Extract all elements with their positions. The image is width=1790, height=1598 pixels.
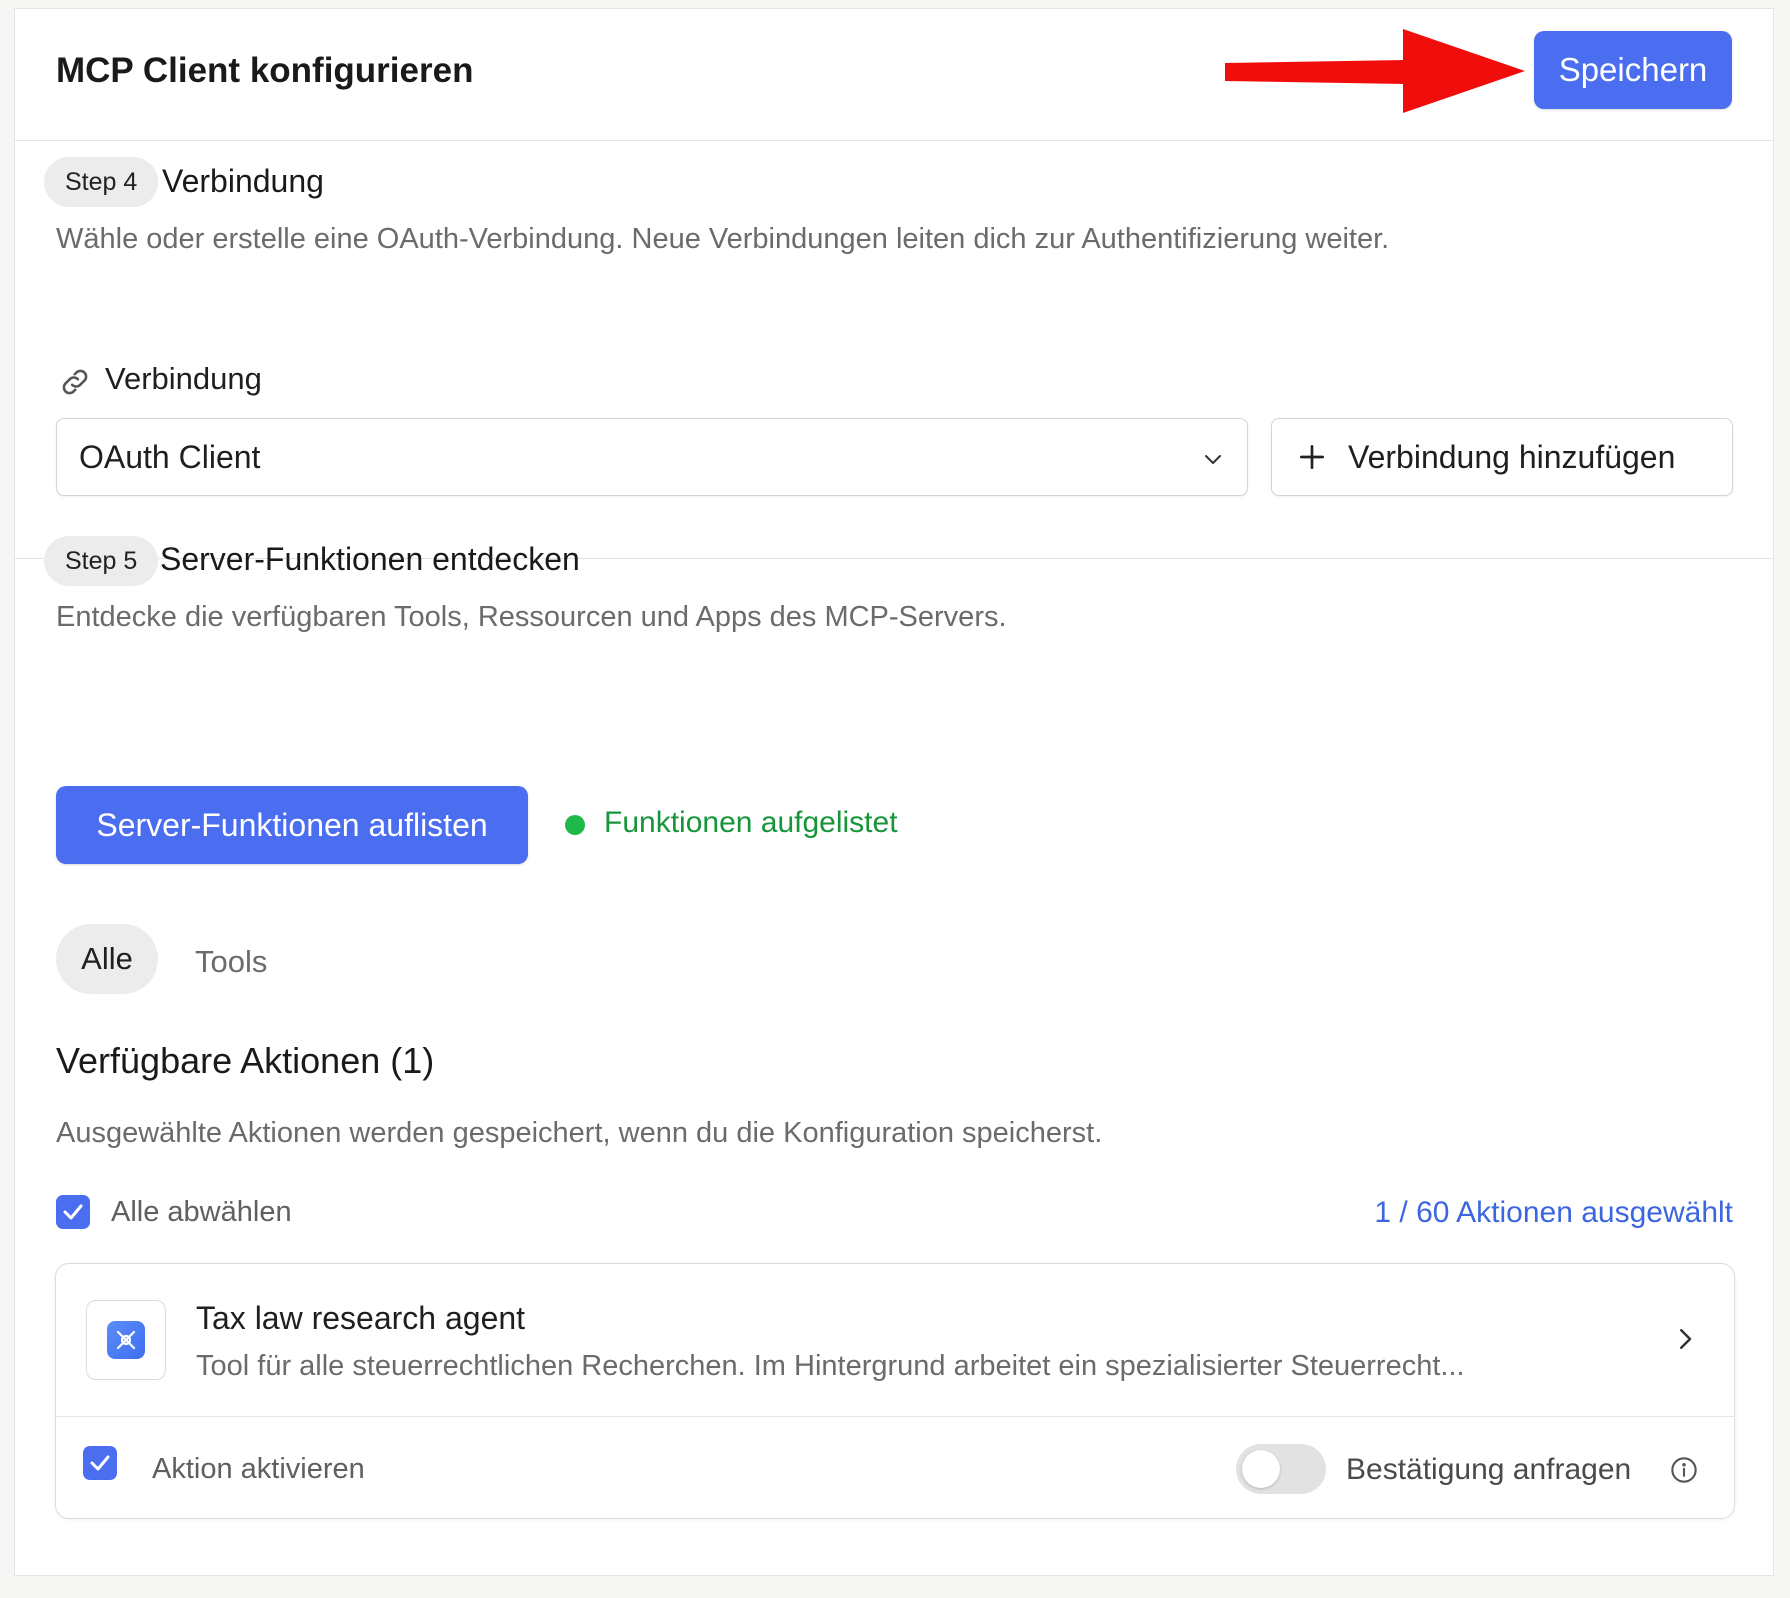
step-4-section: Step 4 Verbindung Wähle oder erstelle ei… [15,141,1773,559]
check-icon [90,1455,110,1471]
step-4-badge: Step 4 [44,157,159,207]
list-server-functions-button[interactable]: Server-Funktionen auflisten [56,786,528,864]
tool-icon [86,1300,166,1380]
step-4-title: Verbindung [162,163,324,199]
step-4-description: Wähle oder erstelle eine OAuth-Verbindun… [56,223,1390,255]
action-card-header[interactable]: Tax law research agent Tool für alle ste… [56,1264,1734,1417]
step-5-title: Server-Funktionen entdecken [160,541,580,577]
config-panel: MCP Client konfigurieren Speichern Step … [14,8,1774,1576]
confirm-label: Bestätigung anfragen [1346,1453,1632,1486]
connection-select-value: OAuth Client [79,439,261,475]
info-icon[interactable] [1670,1456,1698,1484]
check-icon [63,1204,83,1220]
tab-all[interactable]: Alle [56,924,158,994]
step-5-badge: Step 5 [44,536,159,586]
enable-action-label[interactable]: Aktion aktivieren [152,1453,365,1486]
connection-select[interactable]: OAuth Client [56,418,1248,496]
selected-count: 1 / 60 Aktionen ausgewählt [1374,1196,1733,1229]
enable-action-checkbox[interactable] [83,1446,117,1480]
add-connection-label: Verbindung hinzufügen [1348,439,1676,475]
actions-description: Ausgewählte Aktionen werden gespeichert,… [56,1117,1103,1149]
tool-glyph-icon [116,1330,136,1350]
page-title: MCP Client konfigurieren [56,51,474,90]
deselect-all-label[interactable]: Alle abwählen [111,1196,292,1229]
connection-field-label: Verbindung [105,361,262,396]
link-icon [62,369,88,395]
chevron-right-icon[interactable] [1670,1324,1700,1354]
action-name: Tax law research agent [196,1300,526,1336]
annotation-arrow-icon [1225,29,1525,113]
status-text: Funktionen aufgelistet [604,806,898,839]
add-connection-button[interactable]: Verbindung hinzufügen [1271,418,1733,496]
actions-title: Verfügbare Aktionen (1) [56,1040,435,1081]
step-5-description: Entdecke die verfügbaren Tools, Ressourc… [56,601,1007,633]
toggle-knob [1242,1450,1280,1488]
action-card: Tax law research agent Tool für alle ste… [55,1263,1735,1519]
save-button[interactable]: Speichern [1534,31,1732,109]
chevron-down-icon [1205,455,1221,464]
plus-icon [1300,445,1324,469]
panel-header: MCP Client konfigurieren Speichern [15,9,1773,141]
deselect-all-checkbox[interactable] [56,1195,90,1229]
status-dot-icon [565,815,585,835]
confirm-toggle[interactable] [1236,1444,1326,1494]
tab-tools[interactable]: Tools [195,944,267,980]
action-description: Tool für alle steuerrechtlichen Recherch… [196,1350,1465,1382]
